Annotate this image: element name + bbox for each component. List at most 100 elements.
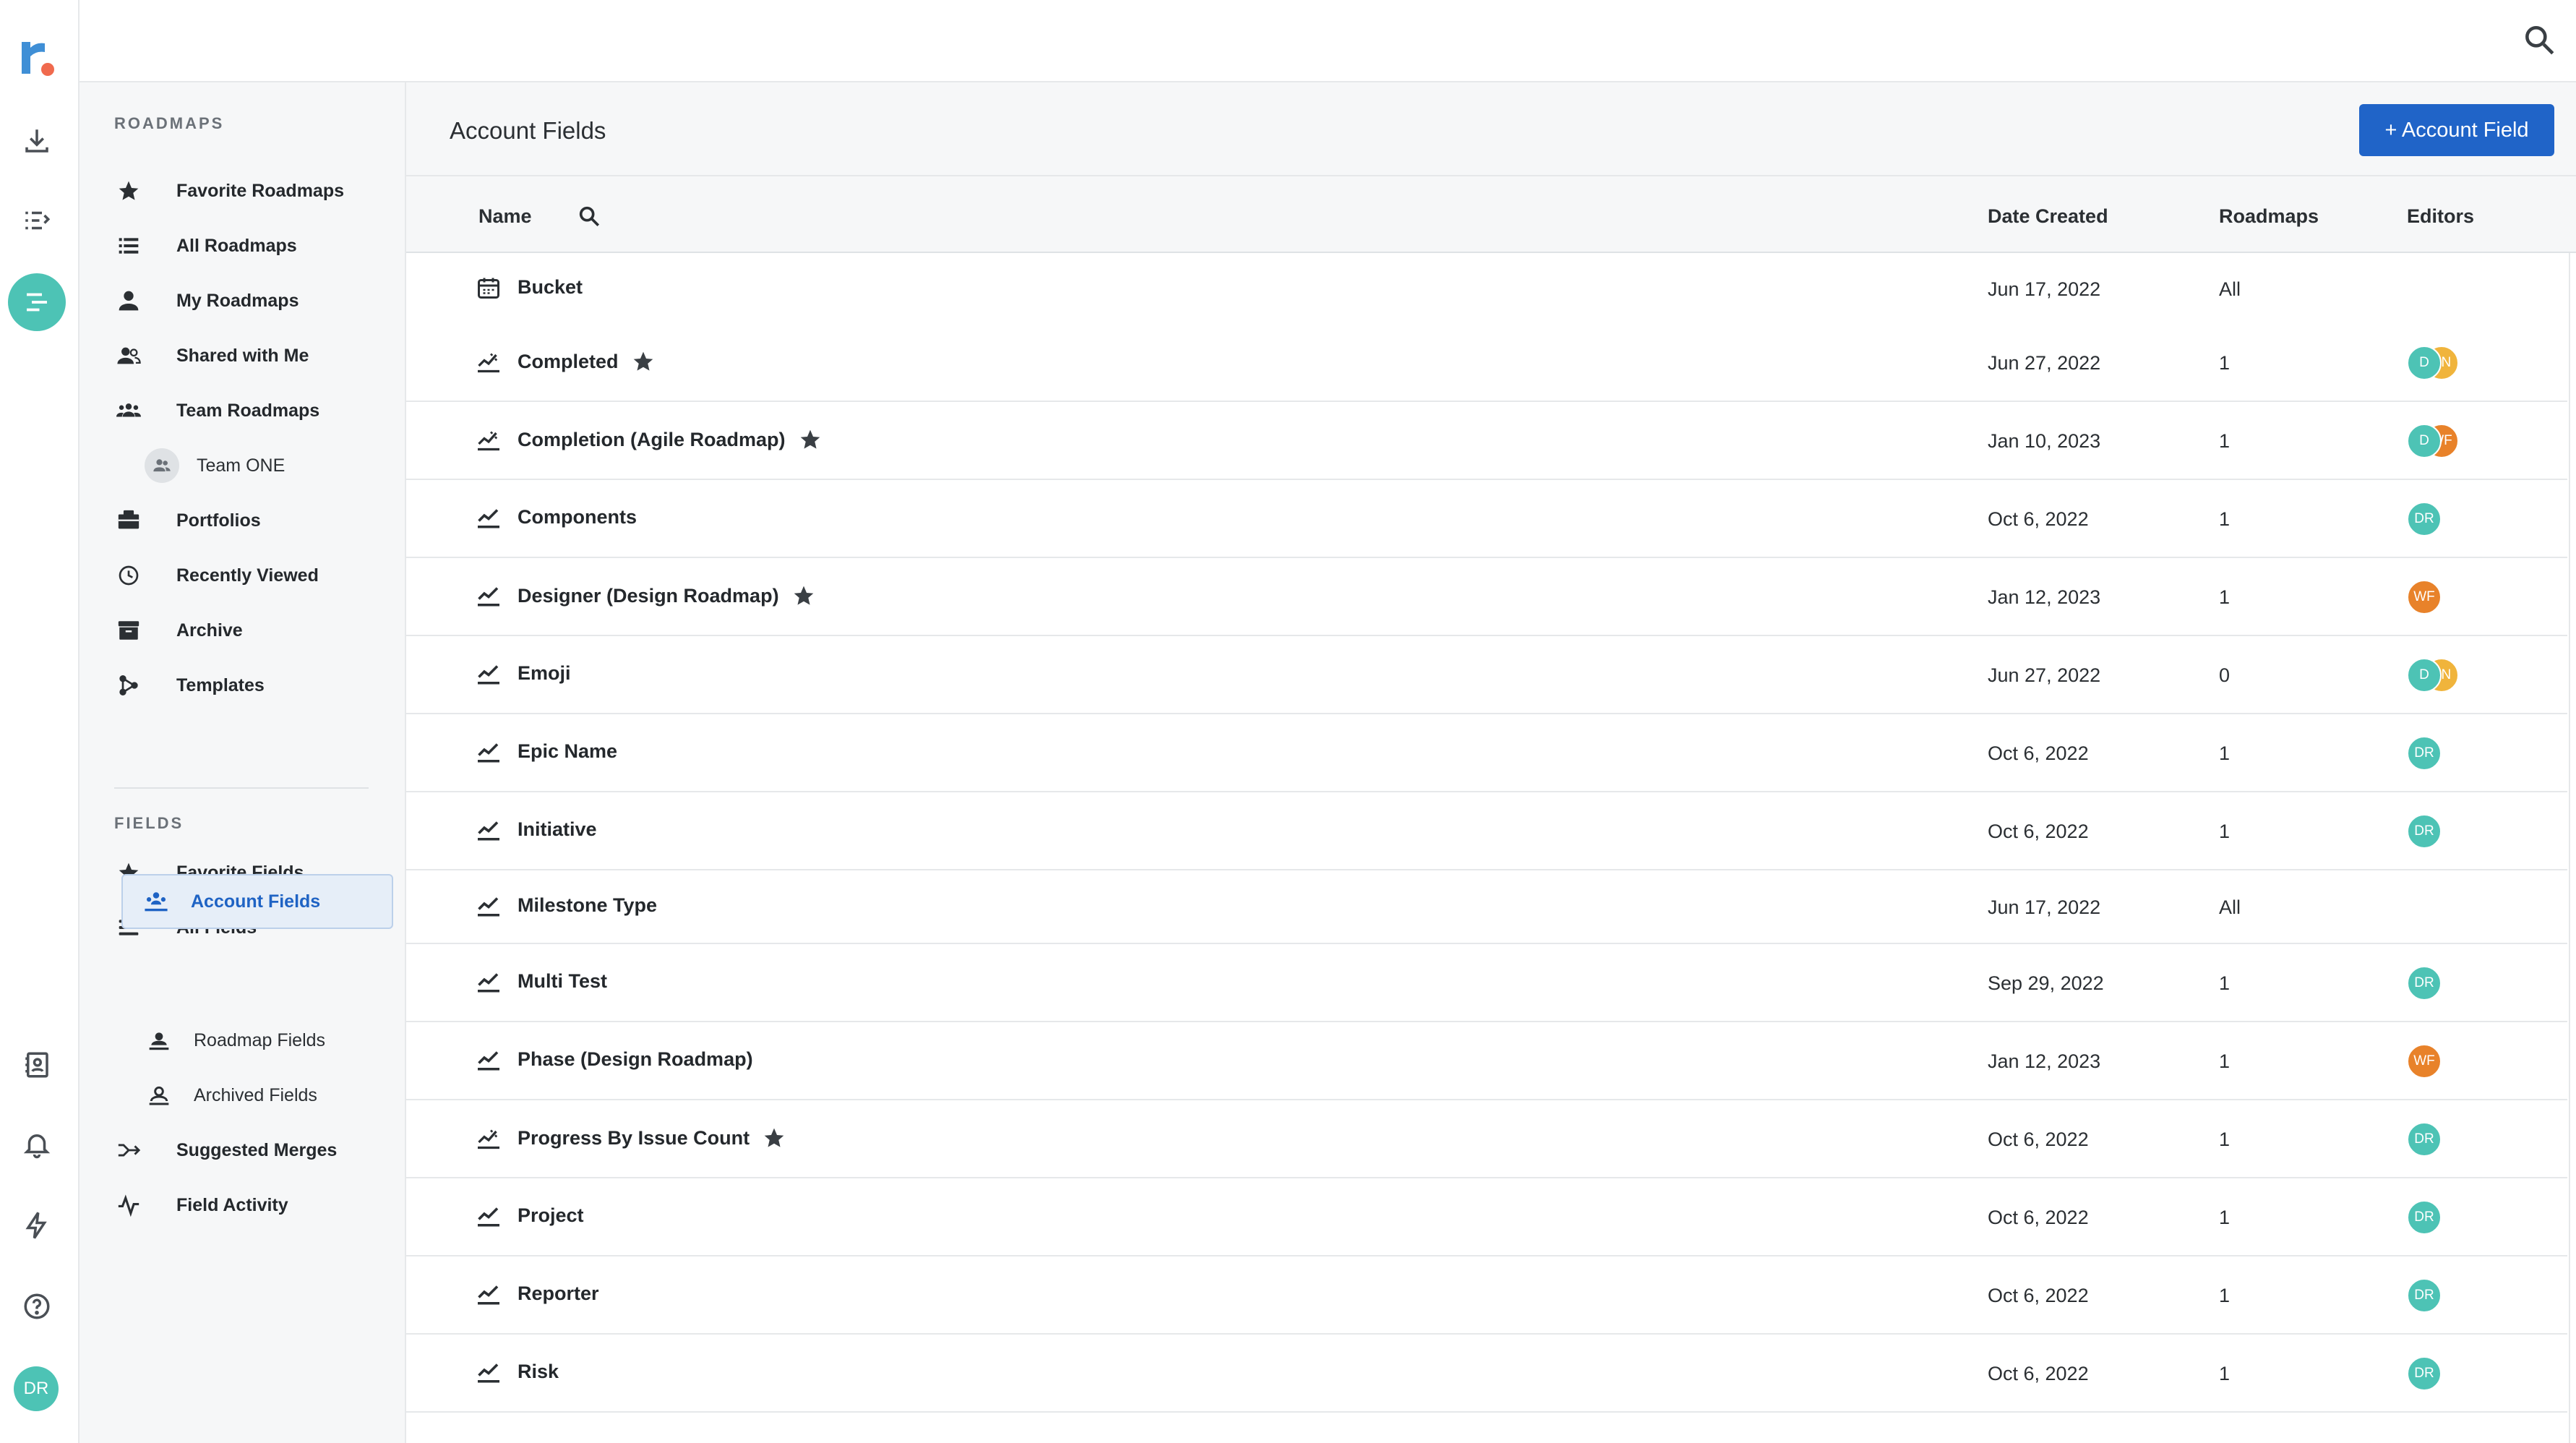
editor-avatar[interactable]: D	[2407, 658, 2442, 693]
table-row[interactable]: Bucket Jun 17, 2022 All	[406, 253, 2567, 325]
field-name[interactable]: Bucket	[518, 276, 583, 299]
sidebar-item-suggested-merges[interactable]: Suggested Merges	[114, 1129, 337, 1172]
app-logo-icon[interactable]	[16, 38, 58, 80]
table-row[interactable]: Progress By Issue Count Oct 6, 2022 1 DR	[406, 1100, 2567, 1178]
field-name[interactable]: Risk	[518, 1361, 559, 1383]
sidebar-item-team-roadmaps[interactable]: Team Roadmaps	[114, 389, 319, 432]
favorite-star-icon[interactable]	[632, 350, 655, 373]
field-name[interactable]: Completed	[518, 350, 655, 373]
editors: DR	[2407, 814, 2494, 849]
search-icon[interactable]	[2521, 22, 2557, 58]
merge-arrow-icon	[114, 1136, 143, 1165]
editor-avatar[interactable]: DR	[2407, 736, 2442, 771]
table-row[interactable]: Project Oct 6, 2022 1 DR	[406, 1178, 2567, 1256]
percent-field-icon	[476, 427, 502, 453]
table-row[interactable]: Reporter Oct 6, 2022 1 DR	[406, 1256, 2567, 1335]
date-created: Oct 6, 2022	[1988, 821, 2089, 842]
table-row[interactable]: Initiative Oct 6, 2022 1 DR	[406, 792, 2567, 870]
icon-rail: DR	[0, 0, 80, 1443]
sidebar-item-templates[interactable]: Templates	[114, 664, 265, 707]
help-icon[interactable]	[16, 1285, 58, 1327]
add-account-field-button[interactable]: + Account Field	[2359, 104, 2554, 156]
editor-avatar[interactable]: DR	[2407, 814, 2442, 849]
roadmaps-count: 1	[2219, 1129, 2231, 1150]
field-name[interactable]: Components	[518, 506, 637, 528]
editors: WF	[2407, 580, 2494, 615]
field-name[interactable]: Phase (Design Roadmap)	[518, 1048, 753, 1071]
editor-avatar[interactable]: DR	[2407, 1356, 2442, 1391]
editor-avatar[interactable]: DR	[2407, 502, 2442, 536]
name-search-icon[interactable]	[577, 204, 601, 228]
favorite-star-icon[interactable]	[792, 584, 815, 607]
sidebar-item-shared-with-me[interactable]: Shared with Me	[114, 334, 309, 377]
editor-avatar[interactable]: DR	[2407, 1278, 2442, 1313]
field-name[interactable]: Emoji	[518, 662, 571, 685]
sidebar-item-field-activity[interactable]: Field Activity	[114, 1183, 288, 1227]
table-row[interactable]: Completed Jun 27, 2022 1 D EN	[406, 324, 2567, 402]
column-header-name[interactable]: Name	[478, 205, 532, 228]
sidebar-item-archive[interactable]: Archive	[114, 609, 243, 652]
contacts-book-icon[interactable]	[16, 1044, 58, 1086]
user-avatar[interactable]: DR	[14, 1366, 59, 1411]
editor-avatar[interactable]: WF	[2407, 580, 2442, 615]
roadmaps-nav-icon[interactable]	[8, 273, 66, 331]
editor-avatar[interactable]: WF	[2407, 1044, 2442, 1079]
field-name[interactable]: Completion (Agile Roadmap)	[518, 428, 822, 451]
table-row[interactable]: Designer (Design Roadmap) Jan 12, 2023 1 WF	[406, 558, 2567, 636]
sidebar-item-team-one[interactable]: Team ONE	[145, 444, 285, 487]
field-name[interactable]: Progress By Issue Count	[518, 1126, 786, 1149]
lightning-icon[interactable]	[16, 1204, 58, 1246]
roadmaps-count: All	[2219, 278, 2241, 300]
date-created: Jun 27, 2022	[1988, 664, 2101, 686]
activity-pulse-icon	[114, 1191, 143, 1220]
sidebar-item-account-fields[interactable]: Account Fields	[142, 880, 320, 923]
field-name-label: Completed	[518, 350, 619, 372]
favorite-star-icon[interactable]	[799, 428, 822, 451]
editor-avatar[interactable]: DR	[2407, 966, 2442, 1001]
scrollbar[interactable]	[2569, 253, 2576, 1443]
editor-avatar[interactable]: D	[2407, 424, 2442, 458]
table-row[interactable]: Epic Name Oct 6, 2022 1 DR	[406, 714, 2567, 792]
field-name-label: Components	[518, 506, 637, 528]
table-row[interactable]: Phase (Design Roadmap) Jan 12, 2023 1 WF	[406, 1022, 2567, 1100]
sidebar-item-all-roadmaps[interactable]: All Roadmaps	[114, 224, 297, 267]
sidebar-item-roadmap-fields[interactable]: Roadmap Fields	[145, 1019, 325, 1062]
sidebar-item-label: Field Activity	[176, 1194, 288, 1215]
date-created: Oct 6, 2022	[1988, 1363, 2089, 1384]
column-header-roadmaps[interactable]: Roadmaps	[2219, 205, 2319, 228]
sidebar-item-archived-fields[interactable]: Archived Fields	[145, 1074, 317, 1117]
column-header-editors[interactable]: Editors	[2407, 205, 2474, 228]
field-name-label: Initiative	[518, 818, 597, 840]
column-header-date-created[interactable]: Date Created	[1988, 205, 2108, 228]
sidebar-item-my-roadmaps[interactable]: My Roadmaps	[114, 279, 299, 322]
field-name[interactable]: Project	[518, 1204, 584, 1227]
editors: DR	[2407, 736, 2494, 771]
table-row[interactable]: Emoji Jun 27, 2022 0 D EN	[406, 636, 2567, 714]
top-bar	[80, 0, 2576, 82]
editor-avatar[interactable]: DR	[2407, 1122, 2442, 1157]
field-name[interactable]: Reporter	[518, 1283, 599, 1305]
date-created: Jun 17, 2022	[1988, 896, 2101, 918]
sidebar-item-favorite-roadmaps[interactable]: Favorite Roadmaps	[114, 169, 344, 213]
editor-avatar[interactable]: DR	[2407, 1200, 2442, 1235]
table-row[interactable]: Completion (Agile Roadmap) Jan 10, 2023 1 D…	[406, 402, 2567, 480]
editors	[2407, 890, 2494, 925]
sidebar-item-portfolios[interactable]: Portfolios	[114, 499, 261, 542]
favorite-star-icon[interactable]	[763, 1126, 786, 1149]
editor-avatar[interactable]: D	[2407, 346, 2442, 380]
list-icon	[114, 231, 143, 260]
table-row[interactable]: Risk Oct 6, 2022 1 DR	[406, 1335, 2567, 1413]
table-row[interactable]: Milestone Type Jun 17, 2022 All	[406, 870, 2567, 944]
timeline-list-icon[interactable]	[16, 200, 58, 241]
field-name[interactable]: Epic Name	[518, 740, 617, 763]
table-row[interactable]: Multi Test Sep 29, 2022 1 DR	[406, 944, 2567, 1022]
sidebar-item-recently-viewed[interactable]: Recently Viewed	[114, 554, 319, 597]
field-name[interactable]: Multi Test	[518, 970, 607, 993]
date-created: Jun 27, 2022	[1988, 352, 2101, 374]
download-icon[interactable]	[16, 120, 58, 162]
field-name[interactable]: Milestone Type	[518, 894, 657, 917]
field-name[interactable]: Initiative	[518, 818, 597, 841]
table-row[interactable]: Components Oct 6, 2022 1 DR	[406, 480, 2567, 558]
field-name[interactable]: Designer (Design Roadmap)	[518, 584, 815, 607]
bell-icon[interactable]	[16, 1123, 58, 1165]
